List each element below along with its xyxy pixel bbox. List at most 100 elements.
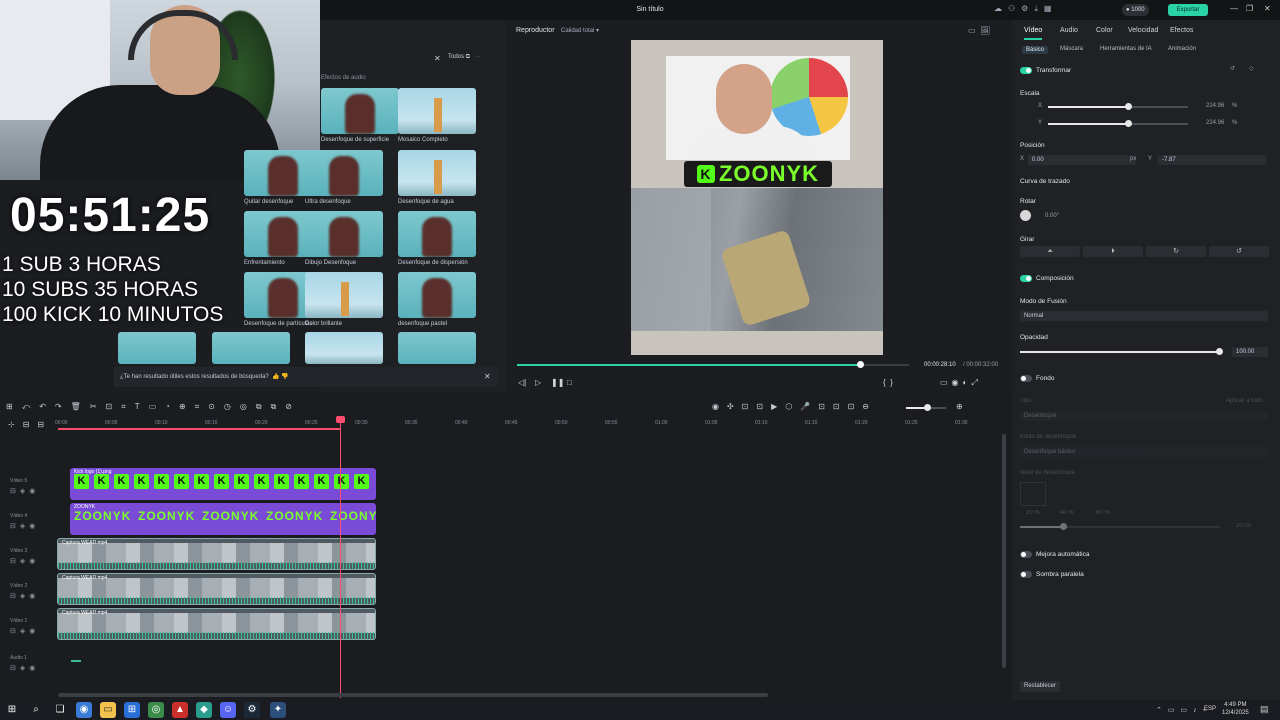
property-subtab[interactable]: Animación xyxy=(1168,46,1196,52)
property-subtab[interactable]: Básico xyxy=(1022,46,1049,54)
effect-thumbnail[interactable] xyxy=(212,332,290,364)
explorer-icon[interactable]: ▭ xyxy=(100,702,116,718)
maximize-icon[interactable]: ❐ xyxy=(1246,4,1253,13)
rotate-dial[interactable] xyxy=(1020,210,1031,221)
blur-level-option[interactable] xyxy=(1020,482,1046,506)
start-icon[interactable]: ⊞ xyxy=(4,702,20,718)
timeline-toolbar-left[interactable]: ⊞⤺↶↷🗑✂⊡⌗T▭◔⊕⌗⊙◷◎⧉⧉⊘ xyxy=(6,402,301,412)
effect-thumbnail[interactable] xyxy=(398,88,476,134)
notification-icon[interactable]: ▤ xyxy=(1260,704,1269,715)
audio-clip[interactable] xyxy=(71,650,81,662)
language-indicator[interactable]: ESP xyxy=(1204,706,1216,712)
app-icon[interactable]: ◆ xyxy=(196,702,212,718)
playback-progress[interactable] xyxy=(517,361,909,368)
effect-thumbnail[interactable] xyxy=(305,332,383,364)
effect-thumbnail[interactable] xyxy=(398,272,476,318)
property-tab[interactable]: Velocidad xyxy=(1128,27,1158,34)
app-icon[interactable]: ▲ xyxy=(172,702,188,718)
track-controls[interactable]: ⊟◈◉ xyxy=(10,522,39,530)
credits-badge[interactable]: ● 1000 xyxy=(1122,4,1149,16)
task-view-icon[interactable]: ❏ xyxy=(52,702,68,718)
settings-icon[interactable]: ⚙ xyxy=(1021,4,1028,14)
chrome-icon[interactable]: ◎ xyxy=(148,702,164,718)
playhead-knob[interactable] xyxy=(857,361,864,368)
blur-style-select[interactable]: Desenfoque básico xyxy=(1020,447,1268,457)
background-toggle[interactable] xyxy=(1020,375,1032,382)
effect-thumbnail[interactable] xyxy=(321,88,399,134)
layout-icon[interactable]: ▭ 🖼 xyxy=(968,26,990,35)
search-icon[interactable]: ⌕ xyxy=(28,702,44,718)
pause-icon[interactable]: ❚❚ xyxy=(551,378,564,387)
store-icon[interactable]: ⊞ xyxy=(124,702,140,718)
timeline-clip[interactable]: K K K K K K K K K K K K K K K Kick logo (1).png xyxy=(70,468,376,500)
pos-y-field[interactable]: -7.87 xyxy=(1158,155,1266,165)
effect-thumbnail[interactable] xyxy=(305,150,383,196)
grid-icon[interactable]: ▦ xyxy=(1044,4,1052,14)
system-clock[interactable]: 4:49 PM 12/4/2025 xyxy=(1222,701,1249,717)
close-feedback-icon[interactable]: ✕ xyxy=(484,372,491,381)
reset-button[interactable]: Restablecer xyxy=(1020,681,1061,692)
prev-frame-icon[interactable]: ◁| xyxy=(518,378,526,387)
zoom-slider[interactable] xyxy=(906,404,946,411)
property-tab[interactable]: Vídeo xyxy=(1024,27,1043,40)
property-tab[interactable]: Efectos xyxy=(1170,27,1193,34)
property-subtab[interactable]: Herramientas de IA xyxy=(1100,46,1152,52)
timeline-toolbar-right[interactable]: ◉✣⊡⊡▶⬡🎤⊡⊡⊡⊖ xyxy=(712,402,877,411)
blur-level-slider[interactable] xyxy=(1020,523,1220,530)
steam-icon[interactable]: ⚙ xyxy=(244,702,260,718)
minimize-icon[interactable]: — xyxy=(1230,4,1238,13)
property-subtab[interactable]: Máscara xyxy=(1060,46,1083,52)
timeline-clip[interactable]: Captura WEAD.mp4 xyxy=(57,573,376,605)
rotate-cw-button[interactable]: ↻ xyxy=(1146,246,1206,257)
track-controls[interactable]: ⊟◈◉ xyxy=(10,487,39,495)
track-controls[interactable]: ⊟◈◉ xyxy=(10,557,39,565)
composition-toggle[interactable] xyxy=(1020,275,1032,282)
stop-icon[interactable]: □ xyxy=(567,378,572,387)
pos-x-field[interactable]: 0.00 xyxy=(1028,155,1136,165)
timeline-clip[interactable]: Captura WEAD.mp4 xyxy=(57,538,376,570)
zoom-in-icon[interactable]: ⊕ xyxy=(956,402,963,411)
property-tab[interactable]: Audio xyxy=(1060,27,1078,34)
effect-thumbnail[interactable] xyxy=(398,211,476,257)
close-icon[interactable]: ✕ xyxy=(1264,4,1271,13)
blur-level-value[interactable]: 20.00 xyxy=(1236,523,1251,529)
track-controls[interactable]: ⊟◈◉ xyxy=(10,627,39,635)
flip-horizontal-button[interactable]: ⏵ xyxy=(1083,246,1143,257)
effect-thumbnail[interactable] xyxy=(398,332,476,364)
opacity-value[interactable]: 100.00 xyxy=(1232,347,1268,357)
timeline-horizontal-scrollbar[interactable] xyxy=(58,693,768,697)
quality-dropdown[interactable]: Calidad total ▾ xyxy=(561,27,599,34)
track-controls[interactable]: ⊟◈◉ xyxy=(10,664,39,672)
scale-y-slider[interactable] xyxy=(1048,120,1188,127)
download-icon[interactable]: ⤓ xyxy=(1034,4,1038,14)
play-icon[interactable]: ▷ xyxy=(535,378,541,387)
thumbs-up-icon[interactable]: 👍 xyxy=(270,374,279,380)
effect-thumbnail[interactable] xyxy=(305,211,383,257)
effect-thumbnail[interactable] xyxy=(398,150,476,196)
drop-shadow-toggle[interactable] xyxy=(1020,571,1032,578)
flip-vertical-button[interactable]: ⏶ xyxy=(1020,246,1080,257)
copilot-icon[interactable]: ◉ xyxy=(76,702,92,718)
scale-y-value[interactable]: 224.96 xyxy=(1206,120,1224,126)
timeline-playhead[interactable] xyxy=(340,418,341,698)
transform-toggle[interactable] xyxy=(1020,67,1032,74)
auto-enhance-toggle[interactable] xyxy=(1020,551,1032,558)
scale-x-value[interactable]: 224.96 xyxy=(1206,103,1224,109)
export-button[interactable]: Exportar xyxy=(1168,4,1208,16)
cloud-icon[interactable]: ☁ xyxy=(994,4,1002,14)
rotate-value[interactable]: 0.00° xyxy=(1045,213,1059,219)
mark-in-icon[interactable]: { } xyxy=(883,378,893,387)
timeline-clip[interactable]: ZOONYKZOONYKZOONYKZOONYKZOONYKZOONYK xyxy=(70,503,376,535)
clear-search-icon[interactable]: ✕ xyxy=(434,54,441,63)
opacity-slider[interactable] xyxy=(1020,348,1223,355)
scale-x-slider[interactable] xyxy=(1048,103,1188,110)
track-add-icons[interactable]: ⊹⊟⊟ xyxy=(8,420,52,429)
rotate-ccw-button[interactable]: ↺ xyxy=(1209,246,1269,257)
timeline-clip[interactable]: Captura WEAD.mp4 xyxy=(57,608,376,640)
filmora-icon[interactable]: ✦ xyxy=(270,702,286,718)
type-select[interactable]: Desenfoque xyxy=(1020,411,1268,421)
thumbs-down-icon[interactable]: 👎 xyxy=(281,374,288,380)
timeline-vertical-scrollbar[interactable] xyxy=(1002,434,1006,668)
effect-thumbnail[interactable] xyxy=(305,272,383,318)
blend-select[interactable]: Normal xyxy=(1020,311,1268,321)
